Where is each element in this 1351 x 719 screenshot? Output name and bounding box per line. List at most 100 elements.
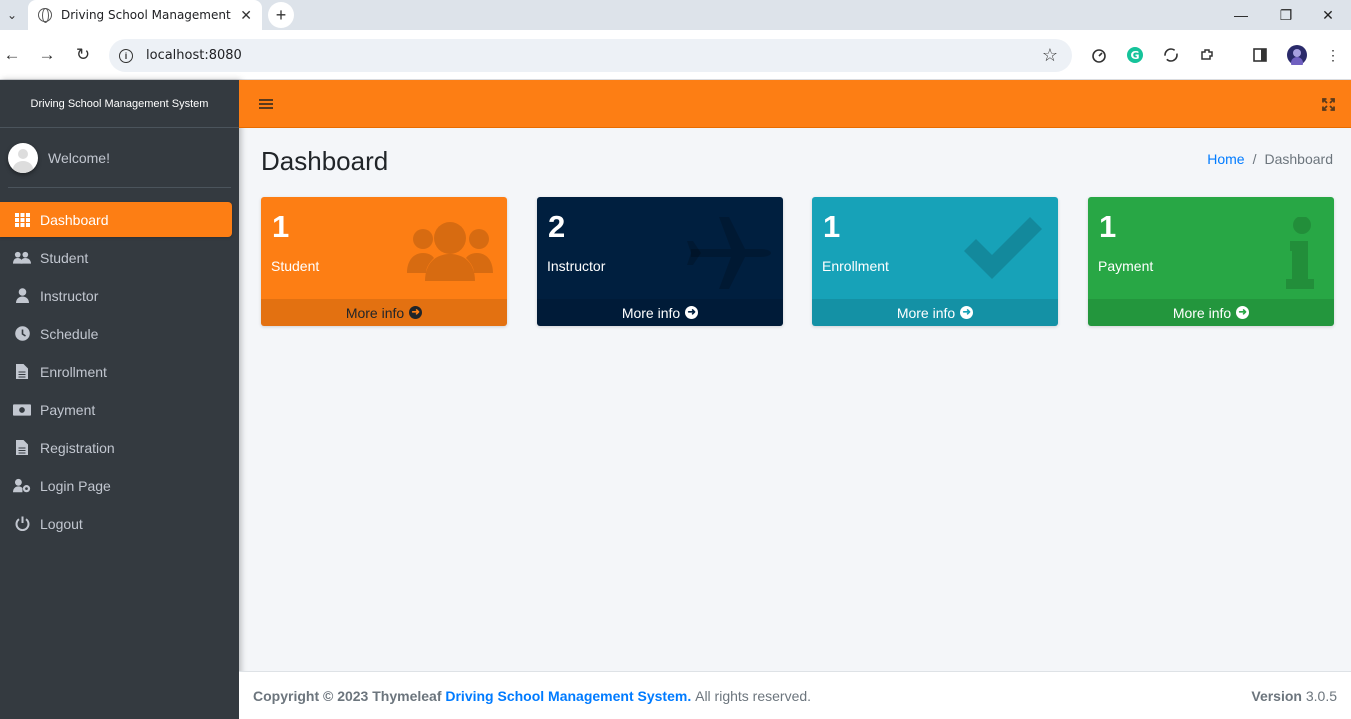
new-tab-button[interactable]: + bbox=[268, 2, 294, 28]
more-info-label: More info bbox=[621, 304, 681, 321]
sidebar-item-label: Logout bbox=[40, 515, 83, 532]
box-label: Payment bbox=[1098, 258, 1154, 274]
users-icon bbox=[13, 250, 31, 266]
browser-tab-bar: ⌄ Driving School Management System ✕ + —… bbox=[0, 0, 1351, 30]
user-cog-icon bbox=[13, 478, 31, 494]
sidebar-nav: Dashboard Student Instructor Schedule En… bbox=[0, 188, 239, 541]
menu-toggle-icon[interactable] bbox=[259, 97, 273, 111]
footer: Copyright © 2023 Thymeleaf Driving Schoo… bbox=[239, 671, 1351, 719]
small-box-enrollment: 1 Enrollment More info ➜ bbox=[812, 197, 1058, 326]
close-window-icon[interactable]: ✕ bbox=[1305, 0, 1351, 30]
footer-brand-link[interactable]: Driving School Management System. bbox=[445, 688, 691, 704]
grammarly-icon[interactable]: G bbox=[1125, 45, 1145, 65]
sidebar-item-dashboard[interactable]: Dashboard bbox=[0, 202, 232, 237]
address-bar[interactable]: i localhost:8080 ☆ bbox=[109, 39, 1072, 72]
sidebar-item-label: Payment bbox=[40, 401, 96, 418]
url-text[interactable]: localhost:8080 bbox=[146, 48, 242, 63]
extensions-icon[interactable] bbox=[1197, 45, 1217, 65]
small-box-payment: 1 Payment More info ➜ bbox=[1088, 197, 1334, 326]
browser-tab[interactable]: Driving School Management System ✕ bbox=[28, 0, 262, 30]
sidebar-item-instructor[interactable]: Instructor bbox=[0, 278, 232, 313]
welcome-text[interactable]: Welcome! bbox=[48, 150, 110, 166]
sidebar-item-label: Student bbox=[40, 249, 89, 266]
more-info-link[interactable]: More info ➜ bbox=[537, 299, 783, 326]
file-icon bbox=[13, 440, 31, 456]
svg-text:G: G bbox=[1130, 49, 1139, 62]
forward-icon[interactable]: → bbox=[35, 43, 59, 67]
sync-icon[interactable] bbox=[1161, 45, 1181, 65]
more-info-link[interactable]: More info ➜ bbox=[1088, 299, 1334, 326]
file-icon bbox=[13, 364, 31, 380]
check-icon bbox=[964, 217, 1042, 279]
sidebar-item-label: Registration bbox=[40, 439, 115, 456]
more-info-label: More info bbox=[896, 304, 956, 321]
breadcrumb: Home / Dashboard bbox=[1207, 151, 1333, 167]
box-count: 1 bbox=[823, 209, 841, 244]
arrow-circle-right-icon: ➜ bbox=[685, 306, 699, 319]
more-info-link[interactable]: More info ➜ bbox=[812, 299, 1058, 326]
site-info-icon[interactable]: i bbox=[119, 48, 133, 63]
close-tab-icon[interactable]: ✕ bbox=[240, 7, 252, 24]
sidebar-item-label: Dashboard bbox=[40, 211, 109, 228]
tab-search-icon[interactable]: ⌄ bbox=[0, 2, 24, 28]
copyright-text: Copyright © 2023 Thymeleaf bbox=[253, 687, 442, 704]
speedometer-icon[interactable] bbox=[1089, 45, 1109, 65]
sidebar-item-login-page[interactable]: Login Page bbox=[0, 468, 232, 503]
reload-icon[interactable]: ↻ bbox=[71, 43, 95, 67]
box-count: 1 bbox=[1099, 209, 1117, 244]
version-number: 3.0.5 bbox=[1305, 687, 1337, 704]
plane-icon bbox=[687, 217, 771, 289]
sidebar-item-student[interactable]: Student bbox=[0, 240, 232, 275]
clock-icon bbox=[13, 326, 31, 342]
sidebar-item-registration[interactable]: Registration bbox=[0, 430, 232, 465]
box-label: Instructor bbox=[547, 258, 606, 274]
page-title: Dashboard bbox=[261, 146, 389, 176]
sidebar-item-label: Instructor bbox=[40, 287, 99, 304]
sidebar-item-label: Login Page bbox=[40, 477, 111, 494]
back-icon[interactable]: ← bbox=[0, 43, 24, 67]
sidebar-item-payment[interactable]: Payment bbox=[0, 392, 232, 427]
tab-title: Driving School Management System bbox=[61, 8, 231, 22]
side-panel-icon[interactable] bbox=[1250, 45, 1270, 65]
restore-icon[interactable]: ❐ bbox=[1263, 0, 1309, 30]
sidebar-item-logout[interactable]: Logout bbox=[0, 506, 232, 541]
profile-avatar[interactable] bbox=[1287, 45, 1307, 65]
user-icon bbox=[13, 288, 31, 304]
sidebar-item-label: Schedule bbox=[40, 325, 99, 342]
box-label: Student bbox=[271, 258, 320, 274]
users-icon bbox=[407, 222, 493, 281]
user-panel: Welcome! bbox=[8, 128, 231, 188]
sidebar-item-schedule[interactable]: Schedule bbox=[0, 316, 232, 351]
arrow-circle-right-icon: ➜ bbox=[960, 306, 974, 319]
box-count: 2 bbox=[548, 209, 566, 244]
rights-text: All rights reserved. bbox=[695, 687, 812, 704]
version-label: Version bbox=[1251, 687, 1302, 704]
more-info-label: More info bbox=[345, 304, 405, 321]
top-navbar bbox=[239, 80, 1351, 128]
brand-text: Driving School Management System bbox=[30, 97, 209, 110]
box-label: Enrollment bbox=[822, 258, 889, 274]
browser-menu-icon[interactable]: ⋮ bbox=[1323, 45, 1343, 65]
minimize-icon[interactable]: — bbox=[1218, 0, 1264, 30]
version-info: Version 3.0.5 bbox=[1251, 688, 1337, 704]
breadcrumb-separator: / bbox=[1252, 151, 1257, 167]
bookmark-star-icon[interactable]: ☆ bbox=[1042, 45, 1058, 66]
more-info-link[interactable]: More info ➜ bbox=[261, 299, 507, 326]
money-icon bbox=[13, 402, 31, 418]
fullscreen-icon[interactable] bbox=[1320, 96, 1336, 112]
sidebar-item-enrollment[interactable]: Enrollment bbox=[0, 354, 232, 389]
small-box-instructor: 2 Instructor More info ➜ bbox=[537, 197, 783, 326]
breadcrumb-current: Dashboard bbox=[1264, 151, 1334, 167]
sidebar: Driving School Management System Welcome… bbox=[0, 80, 239, 719]
more-info-label: More info bbox=[1172, 304, 1232, 321]
info-icon bbox=[1286, 217, 1314, 289]
brand-link[interactable]: Driving School Management System bbox=[0, 80, 239, 128]
breadcrumb-home-link[interactable]: Home bbox=[1207, 151, 1244, 167]
arrow-circle-right-icon: ➜ bbox=[409, 306, 423, 319]
browser-toolbar: ← → ↻ i localhost:8080 ☆ G ⋮ bbox=[0, 30, 1351, 80]
arrow-circle-right-icon: ➜ bbox=[1236, 306, 1250, 319]
user-avatar bbox=[8, 142, 38, 173]
grid-icon bbox=[13, 212, 31, 228]
box-count: 1 bbox=[272, 209, 290, 244]
small-box-student: 1 Student More info ➜ bbox=[261, 197, 507, 326]
